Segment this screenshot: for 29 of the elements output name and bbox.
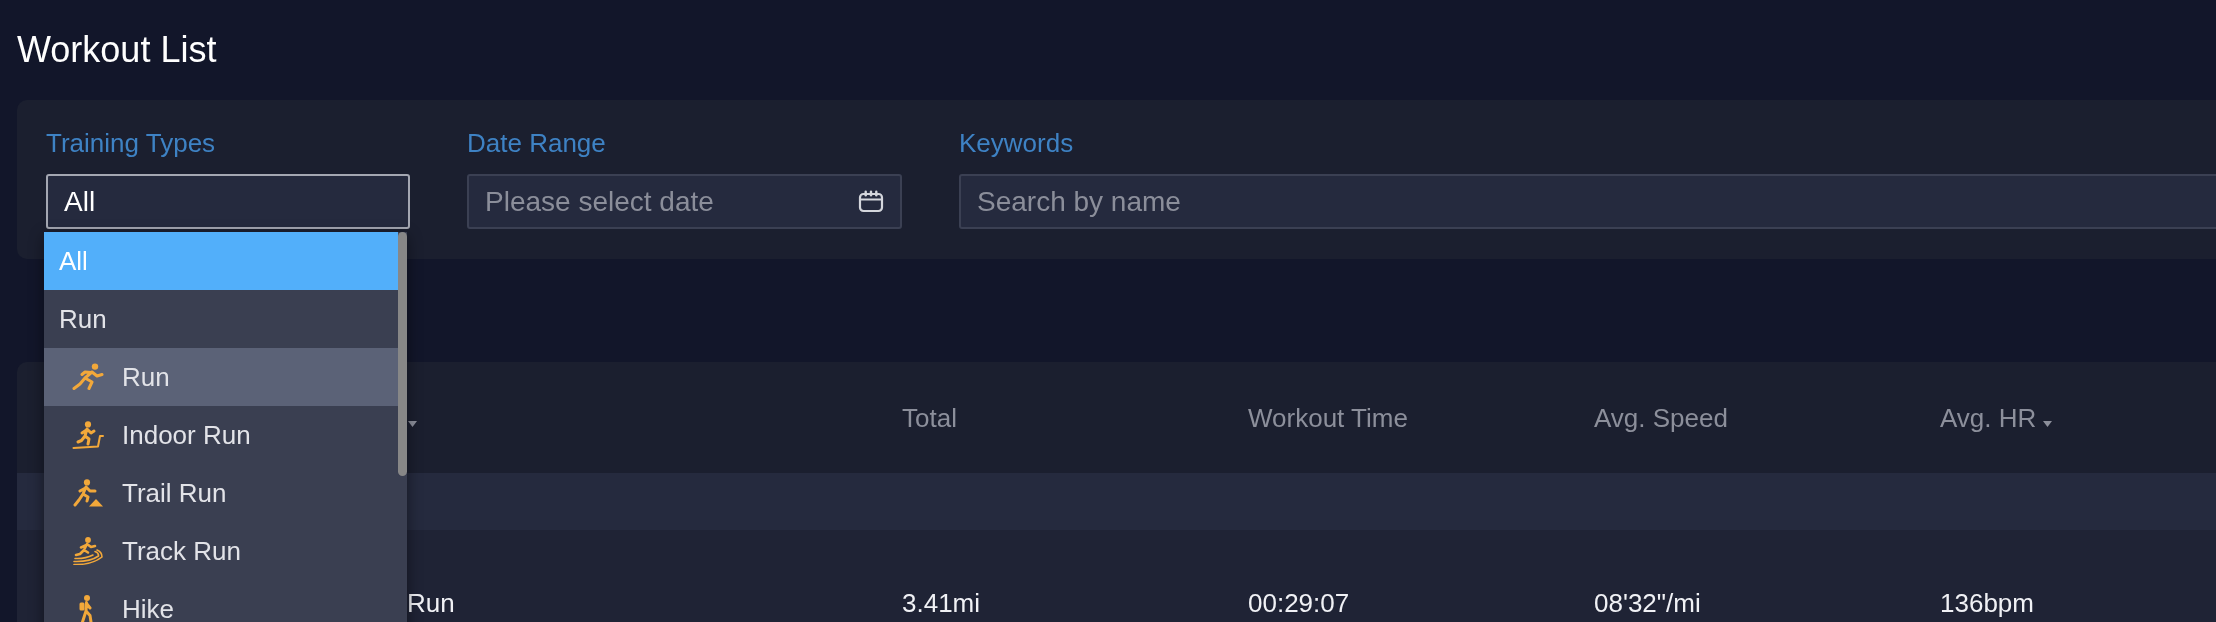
table-cell: Run (407, 587, 455, 619)
table-cell: 08'32"/mi (1594, 587, 1701, 619)
table-cell: 136bpm (1940, 587, 2034, 619)
search-field[interactable]: Search by name (959, 174, 2216, 229)
mountain-runner-icon (72, 479, 104, 507)
sort-caret-icon[interactable] (2043, 420, 2053, 427)
training-type-select[interactable]: All (46, 174, 410, 229)
treadmill-runner-icon (72, 421, 104, 449)
dropdown-option[interactable]: Run (44, 348, 398, 406)
column-header: Avg. HR (1940, 401, 2037, 434)
sort-caret-icon[interactable] (408, 420, 417, 427)
calendar-icon (858, 189, 884, 213)
filter-label: Date Range (467, 127, 606, 159)
date-range-field[interactable]: Please select date (467, 174, 902, 229)
table-cell: 00:29:07 (1248, 587, 1350, 619)
dropdown-option[interactable]: Hike (44, 580, 398, 622)
track-runner-icon (72, 537, 104, 565)
column-header: Total (902, 401, 957, 434)
table-cell: 3.41mi (902, 587, 981, 619)
page-title: Workout List (17, 28, 217, 72)
column-header: Avg. Speed (1594, 401, 1728, 434)
column-header: Workout Time (1248, 401, 1408, 434)
filter-label: Training Types (46, 127, 216, 159)
scrollbar-thumb[interactable] (398, 232, 407, 476)
dropdown-option[interactable]: Trail Run (44, 464, 398, 522)
filter-label: Keywords (959, 127, 1074, 159)
dropdown-option[interactable]: Indoor Run (44, 406, 398, 464)
running-person-icon (72, 363, 104, 391)
option-group-label: Run (58, 302, 108, 336)
